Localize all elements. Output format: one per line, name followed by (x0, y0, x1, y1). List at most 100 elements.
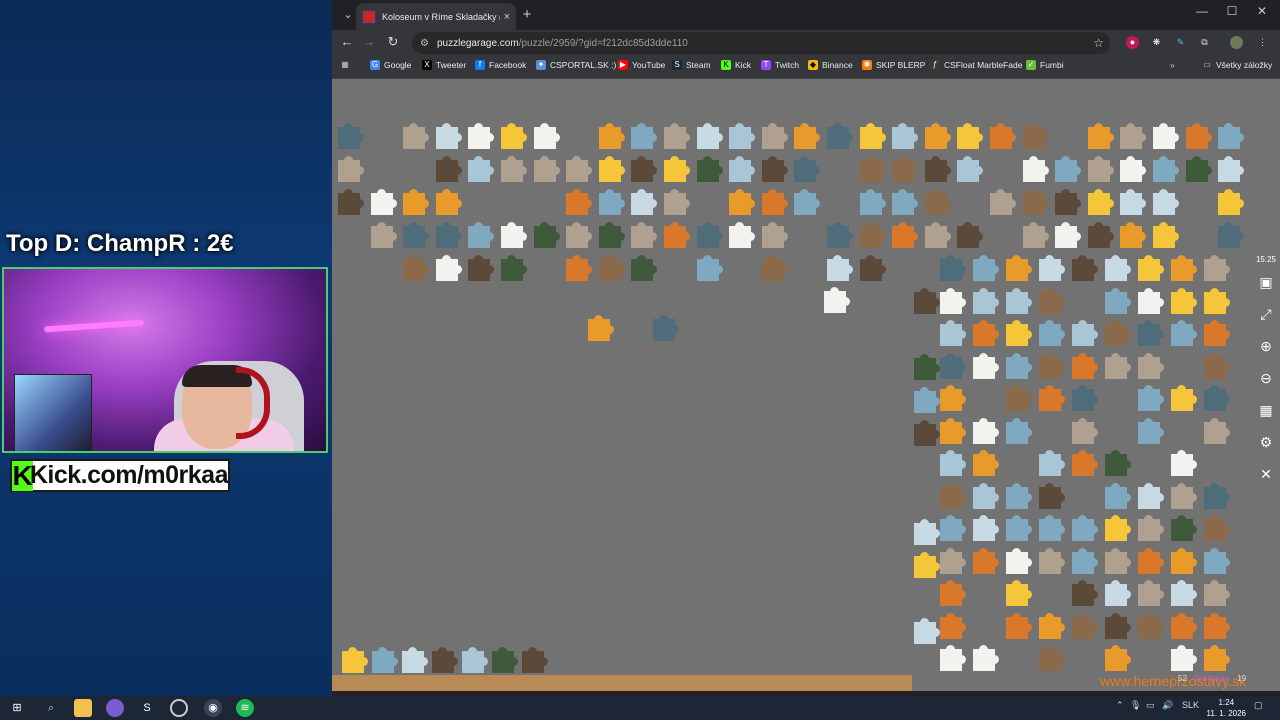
puzzle-piece[interactable] (729, 156, 756, 182)
puzzle-piece[interactable] (973, 352, 999, 379)
tray-chevron-icon[interactable]: ⌃ (1116, 700, 1124, 711)
puzzle-piece[interactable] (1138, 515, 1164, 541)
messenger-icon[interactable] (106, 699, 124, 717)
puzzle-piece[interactable] (827, 222, 853, 248)
puzzle-piece[interactable] (566, 255, 593, 281)
puzzle-piece[interactable] (940, 287, 966, 314)
puzzle-piece[interactable] (501, 156, 527, 182)
puzzle-piece[interactable] (370, 189, 397, 215)
extension-tool-icon[interactable]: ✎ (1174, 36, 1187, 49)
puzzle-piece[interactable] (1006, 385, 1032, 411)
puzzle-piece[interactable] (1105, 645, 1131, 671)
browser-menu-icon[interactable]: ⋮ (1256, 36, 1269, 49)
puzzle-piece[interactable] (566, 156, 593, 182)
puzzle-piece[interactable] (598, 255, 625, 281)
puzzle-piece[interactable] (924, 222, 951, 248)
spotify-icon[interactable]: ≋ (236, 699, 254, 717)
site-info-icon[interactable]: ⚙ (420, 38, 429, 49)
puzzle-piece[interactable] (468, 123, 495, 149)
puzzle-piece[interactable] (468, 222, 495, 248)
puzzle-piece[interactable] (940, 482, 966, 509)
puzzle-piece[interactable] (973, 515, 999, 541)
file-explorer-icon[interactable] (74, 699, 92, 717)
puzzle-piece[interactable] (1072, 385, 1098, 411)
puzzle-piece[interactable] (973, 482, 999, 509)
bookmark-csportal[interactable]: ✦ CSPORTAL.SK :) (536, 60, 616, 70)
puzzle-piece[interactable] (940, 255, 966, 281)
profile-avatar[interactable] (1230, 36, 1243, 49)
puzzle-piece[interactable] (664, 156, 690, 182)
puzzle-piece[interactable] (892, 156, 919, 182)
puzzle-piece[interactable] (1153, 222, 1179, 248)
puzzle-piece[interactable] (1204, 352, 1230, 379)
zoom-out-icon[interactable]: ⊖ (1252, 366, 1280, 390)
puzzle-piece[interactable] (338, 189, 364, 215)
puzzle-piece[interactable] (1218, 156, 1245, 182)
network-icon[interactable]: ▭ (1146, 700, 1155, 711)
puzzle-piece[interactable] (598, 222, 625, 248)
puzzle-piece[interactable] (435, 123, 462, 149)
puzzle-piece[interactable] (924, 189, 951, 215)
puzzle-piece[interactable] (973, 287, 999, 314)
minimize-icon[interactable]: — (1192, 4, 1212, 18)
extension-red-icon[interactable]: ● (1126, 36, 1139, 49)
puzzle-piece[interactable] (761, 189, 788, 215)
puzzle-piece[interactable] (653, 315, 679, 341)
puzzle-piece[interactable] (1087, 189, 1114, 215)
puzzle-piece[interactable] (1105, 255, 1131, 281)
forward-icon[interactable]: → (360, 34, 378, 49)
puzzle-piece[interactable] (973, 255, 999, 281)
puzzle-piece[interactable] (1105, 320, 1131, 346)
tab-search-icon[interactable]: ⌄ (338, 6, 358, 24)
address-bar[interactable]: ⚙ puzzlegarage.com /puzzle/2959/?gid=f21… (412, 32, 1110, 54)
puzzle-piece[interactable] (973, 645, 999, 671)
puzzle-piece[interactable] (794, 189, 821, 215)
puzzle-piece[interactable] (435, 156, 462, 182)
steam-taskbar-icon[interactable]: S (138, 699, 156, 717)
puzzle-piece[interactable] (435, 255, 462, 281)
bookmark-kick[interactable]: K Kick (721, 60, 751, 70)
puzzle-piece[interactable] (924, 156, 951, 182)
puzzle-piece[interactable] (729, 222, 756, 248)
puzzle-piece[interactable] (1072, 352, 1098, 379)
puzzle-piece[interactable] (1204, 255, 1230, 281)
bookmark-binance[interactable]: ◆ Binance (808, 60, 853, 70)
puzzle-piece[interactable] (1006, 580, 1032, 606)
puzzle-piece[interactable] (1006, 287, 1032, 314)
puzzle-piece[interactable] (1138, 385, 1164, 411)
puzzle-piece[interactable] (462, 647, 488, 673)
puzzle-piece[interactable] (1120, 189, 1147, 215)
puzzle-piece[interactable] (468, 156, 495, 182)
puzzle-piece[interactable] (1105, 547, 1131, 574)
puzzle-piece[interactable] (403, 123, 430, 149)
extensions-puzzle-icon[interactable]: ⧉ (1198, 36, 1211, 49)
puzzle-piece[interactable] (1138, 580, 1164, 606)
puzzle-piece[interactable] (940, 612, 966, 639)
puzzle-piece[interactable] (533, 156, 560, 182)
puzzle-piece[interactable] (1039, 645, 1065, 671)
puzzle-piece[interactable] (696, 156, 723, 182)
puzzle-piece[interactable] (1185, 156, 1212, 182)
puzzle-piece[interactable] (1105, 580, 1131, 606)
puzzle-piece[interactable] (914, 387, 940, 413)
puzzle-piece[interactable] (914, 288, 940, 314)
puzzle-piece[interactable] (1105, 612, 1131, 639)
puzzle-piece[interactable] (1138, 417, 1164, 444)
puzzle-piece[interactable] (892, 189, 919, 215)
puzzle-piece[interactable] (1039, 547, 1065, 574)
puzzle-piece[interactable] (1006, 320, 1032, 346)
puzzle-piece[interactable] (914, 420, 940, 446)
puzzle-piece[interactable] (914, 519, 940, 545)
puzzle-piece[interactable] (794, 156, 821, 182)
puzzle-piece[interactable] (696, 222, 723, 248)
puzzle-piece[interactable] (501, 123, 527, 149)
new-tab-button[interactable]: + (518, 6, 536, 24)
puzzle-piece[interactable] (1171, 515, 1197, 541)
puzzle-piece[interactable] (892, 123, 919, 149)
puzzle-piece[interactable] (1072, 450, 1098, 476)
back-icon[interactable]: ← (338, 34, 356, 49)
puzzle-piece[interactable] (1022, 156, 1049, 182)
puzzle-piece[interactable] (924, 123, 951, 149)
puzzle-piece[interactable] (1105, 450, 1131, 476)
tab-close-icon[interactable]: × (504, 11, 510, 23)
